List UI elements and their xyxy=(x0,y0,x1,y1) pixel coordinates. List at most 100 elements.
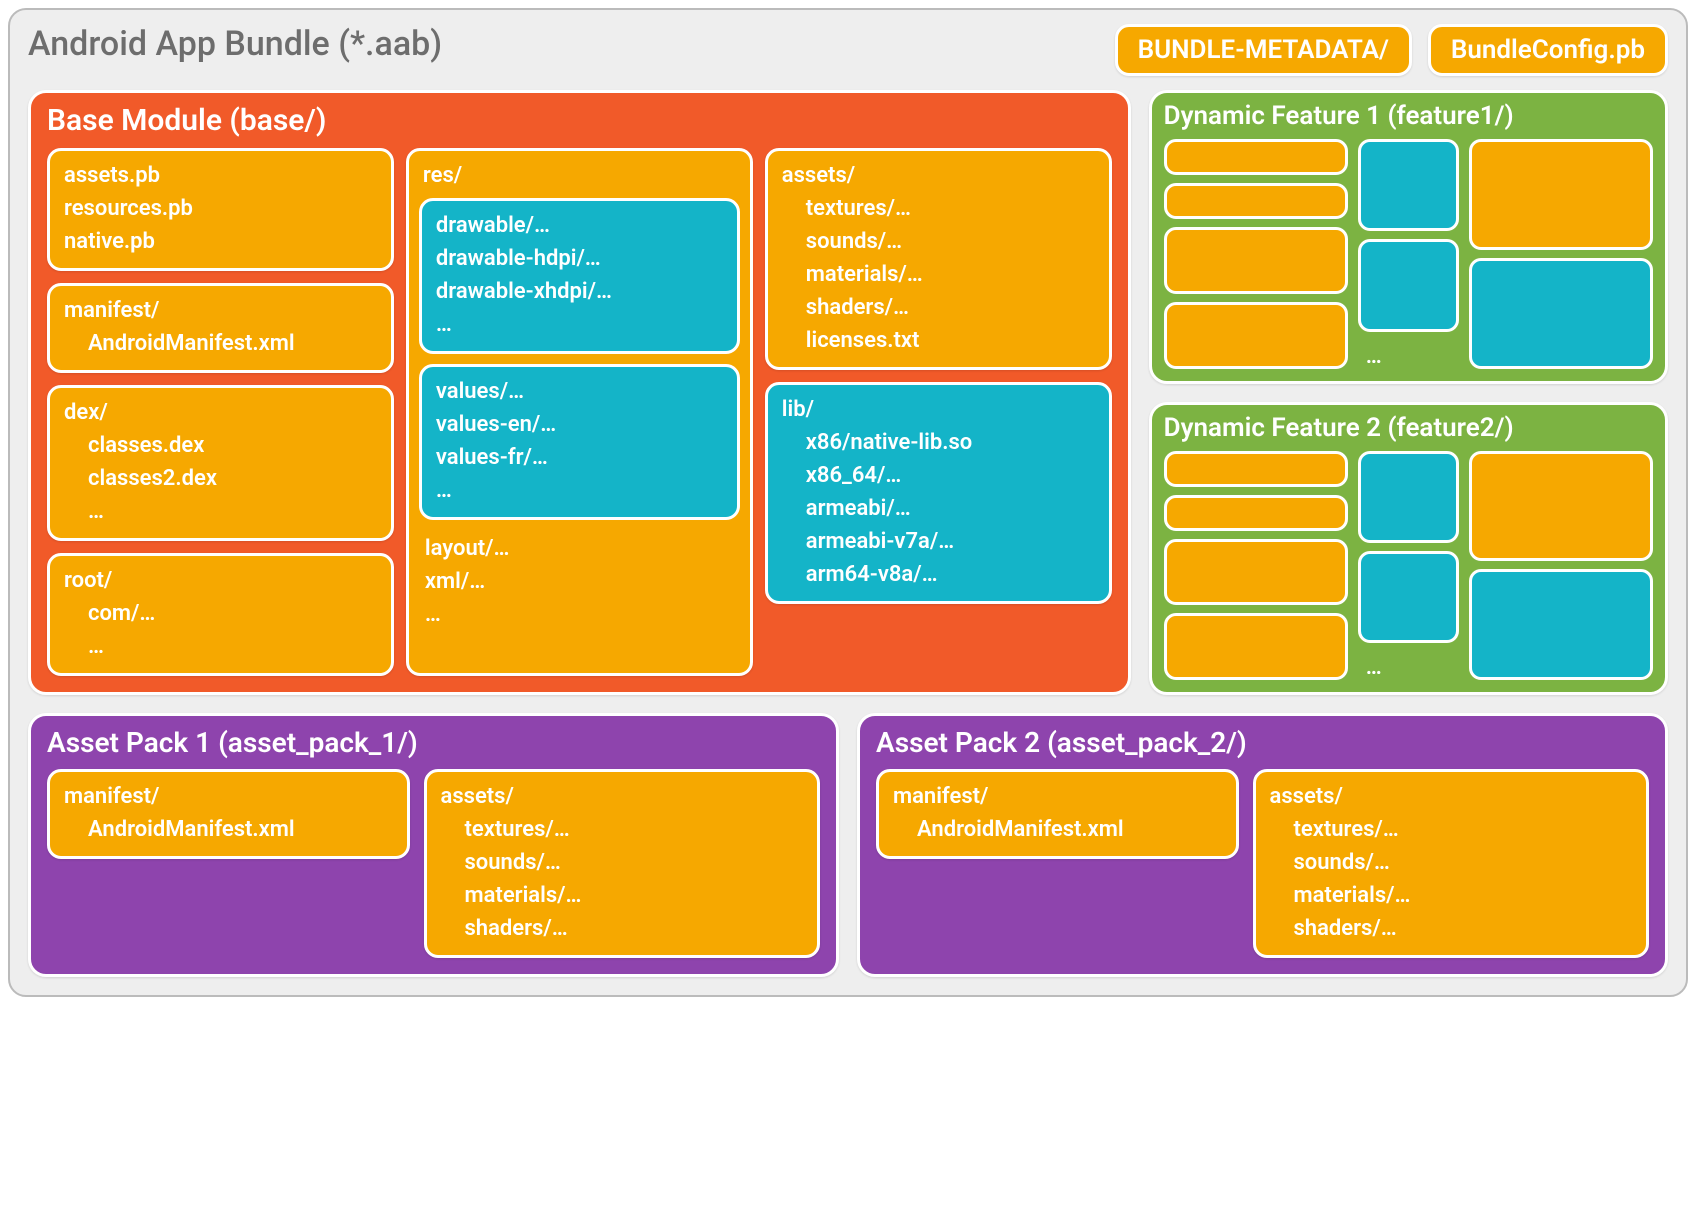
pack2-manifest-dir: manifest/ xyxy=(893,780,1222,813)
bundle-container: Android App Bundle (*.aab) BUNDLE-METADA… xyxy=(8,8,1688,997)
assets-dir: assets/ xyxy=(782,159,1095,192)
f2-chip xyxy=(1358,451,1459,543)
manifest-box: manifest/ AndroidManifest.xml xyxy=(47,283,394,373)
header-row: Android App Bundle (*.aab) BUNDLE-METADA… xyxy=(28,24,1668,76)
res-tail: layout/… xml/… … xyxy=(419,530,740,631)
bundle-metadata-pill: BUNDLE-METADATA/ xyxy=(1115,24,1412,76)
f2-chip xyxy=(1164,539,1348,606)
dynamic-feature-2: Dynamic Feature 2 (feature2/) … xyxy=(1149,402,1668,696)
values-box: values/… values-en/… values-fr/… … xyxy=(419,364,740,520)
pack2-title: Asset Pack 2 (asset_pack_2/) xyxy=(876,726,1649,759)
values-en: values-en/… xyxy=(436,408,723,441)
f2-chip xyxy=(1164,495,1348,531)
pack1-textures: textures/… xyxy=(441,813,804,846)
res-xml: xml/… xyxy=(425,565,734,598)
res-more: … xyxy=(425,598,734,631)
pb-files-box: assets.pb resources.pb native.pb xyxy=(47,148,394,271)
assets-shaders: shaders/… xyxy=(782,291,1095,324)
pack1-assets: assets/ textures/… sounds/… materials/… … xyxy=(424,769,821,958)
asset-packs-row: Asset Pack 1 (asset_pack_1/) manifest/ A… xyxy=(28,713,1668,977)
res-dir: res/ xyxy=(419,159,740,198)
native-pb: native.pb xyxy=(64,225,377,258)
f2-more: … xyxy=(1358,651,1459,680)
pack2-shaders: shaders/… xyxy=(1270,912,1633,945)
assets-textures: textures/… xyxy=(782,192,1095,225)
f1-more: … xyxy=(1358,340,1459,369)
values-more: … xyxy=(436,474,723,507)
pack2-assets-dir: assets/ xyxy=(1270,780,1633,813)
base-module: Base Module (base/) assets.pb resources.… xyxy=(28,90,1131,695)
manifest-dir: manifest/ xyxy=(64,294,377,327)
assets-materials: materials/… xyxy=(782,258,1095,291)
f1-chip xyxy=(1164,302,1348,369)
lib-x86: x86/native-lib.so xyxy=(782,426,1095,459)
resources-pb: resources.pb xyxy=(64,192,377,225)
asset-pack-2: Asset Pack 2 (asset_pack_2/) manifest/ A… xyxy=(857,713,1668,977)
drawable-box: drawable/… drawable-hdpi/… drawable-xhdp… xyxy=(419,198,740,354)
root-com: com/… xyxy=(64,597,377,630)
root-more: … xyxy=(64,630,377,663)
android-manifest: AndroidManifest.xml xyxy=(64,327,377,360)
pack1-shaders: shaders/… xyxy=(441,912,804,945)
lib-dir: lib/ xyxy=(782,393,1095,426)
f2-chip xyxy=(1164,451,1348,487)
drawable-more: … xyxy=(436,308,723,341)
dex-box: dex/ classes.dex classes2.dex … xyxy=(47,385,394,541)
pack1-title: Asset Pack 1 (asset_pack_1/) xyxy=(47,726,820,759)
assets-licenses: licenses.txt xyxy=(782,324,1095,357)
classes2-dex: classes2.dex xyxy=(64,462,377,495)
bundle-title: Android App Bundle (*.aab) xyxy=(28,24,1099,64)
lib-armeabi: armeabi/… xyxy=(782,492,1095,525)
res-box: res/ drawable/… drawable-hdpi/… drawable… xyxy=(406,148,753,676)
pack2-materials: materials/… xyxy=(1270,879,1633,912)
pack1-assets-dir: assets/ xyxy=(441,780,804,813)
dex-dir: dex/ xyxy=(64,396,377,429)
lib-armeabi-v7a: armeabi-v7a/… xyxy=(782,525,1095,558)
feature2-title: Dynamic Feature 2 (feature2/) xyxy=(1164,413,1653,443)
base-module-title: Base Module (base/) xyxy=(47,103,1112,138)
asset-pack-1: Asset Pack 1 (asset_pack_1/) manifest/ A… xyxy=(28,713,839,977)
feature1-title: Dynamic Feature 1 (feature1/) xyxy=(1164,101,1653,131)
f2-chip xyxy=(1164,613,1348,680)
f2-chip xyxy=(1469,569,1653,680)
f2-chip xyxy=(1358,551,1459,643)
f1-chip xyxy=(1469,258,1653,369)
base-col-2: res/ drawable/… drawable-hdpi/… drawable… xyxy=(406,148,753,676)
res-layout: layout/… xyxy=(425,532,734,565)
pack1-materials: materials/… xyxy=(441,879,804,912)
pack2-manifest-file: AndroidManifest.xml xyxy=(893,813,1222,846)
f1-chip xyxy=(1469,139,1653,250)
f1-chip xyxy=(1358,139,1459,231)
pack1-sounds: sounds/… xyxy=(441,846,804,879)
classes-dex: classes.dex xyxy=(64,429,377,462)
assets-box: assets/ textures/… sounds/… materials/… … xyxy=(765,148,1112,370)
drawable-xhdpi: drawable-xhdpi/… xyxy=(436,275,723,308)
lib-box: lib/ x86/native-lib.so x86_64/… armeabi/… xyxy=(765,382,1112,604)
features-column: Dynamic Feature 1 (feature1/) … xyxy=(1149,90,1668,695)
pack2-sounds: sounds/… xyxy=(1270,846,1633,879)
pack1-manifest-dir: manifest/ xyxy=(64,780,393,813)
pack2-assets: assets/ textures/… sounds/… materials/… … xyxy=(1253,769,1650,958)
drawable: drawable/… xyxy=(436,209,723,242)
f1-chip xyxy=(1164,227,1348,294)
values-fr: values-fr/… xyxy=(436,441,723,474)
dex-more: … xyxy=(64,495,377,528)
f1-chip xyxy=(1164,139,1348,175)
root-dir: root/ xyxy=(64,564,377,597)
pack2-textures: textures/… xyxy=(1270,813,1633,846)
f1-chip xyxy=(1164,183,1348,219)
f2-chip xyxy=(1469,451,1653,562)
pack2-manifest: manifest/ AndroidManifest.xml xyxy=(876,769,1239,859)
pack1-manifest-file: AndroidManifest.xml xyxy=(64,813,393,846)
pack1-manifest: manifest/ AndroidManifest.xml xyxy=(47,769,410,859)
dynamic-feature-1: Dynamic Feature 1 (feature1/) … xyxy=(1149,90,1668,384)
base-col-1: assets.pb resources.pb native.pb manifes… xyxy=(47,148,394,676)
main-row: Base Module (base/) assets.pb resources.… xyxy=(28,90,1668,695)
drawable-hdpi: drawable-hdpi/… xyxy=(436,242,723,275)
assets-sounds: sounds/… xyxy=(782,225,1095,258)
lib-arm64-v8a: arm64-v8a/… xyxy=(782,558,1095,591)
f1-chip xyxy=(1358,239,1459,331)
assets-pb: assets.pb xyxy=(64,159,377,192)
bundle-config-pill: BundleConfig.pb xyxy=(1428,24,1668,76)
values: values/… xyxy=(436,375,723,408)
